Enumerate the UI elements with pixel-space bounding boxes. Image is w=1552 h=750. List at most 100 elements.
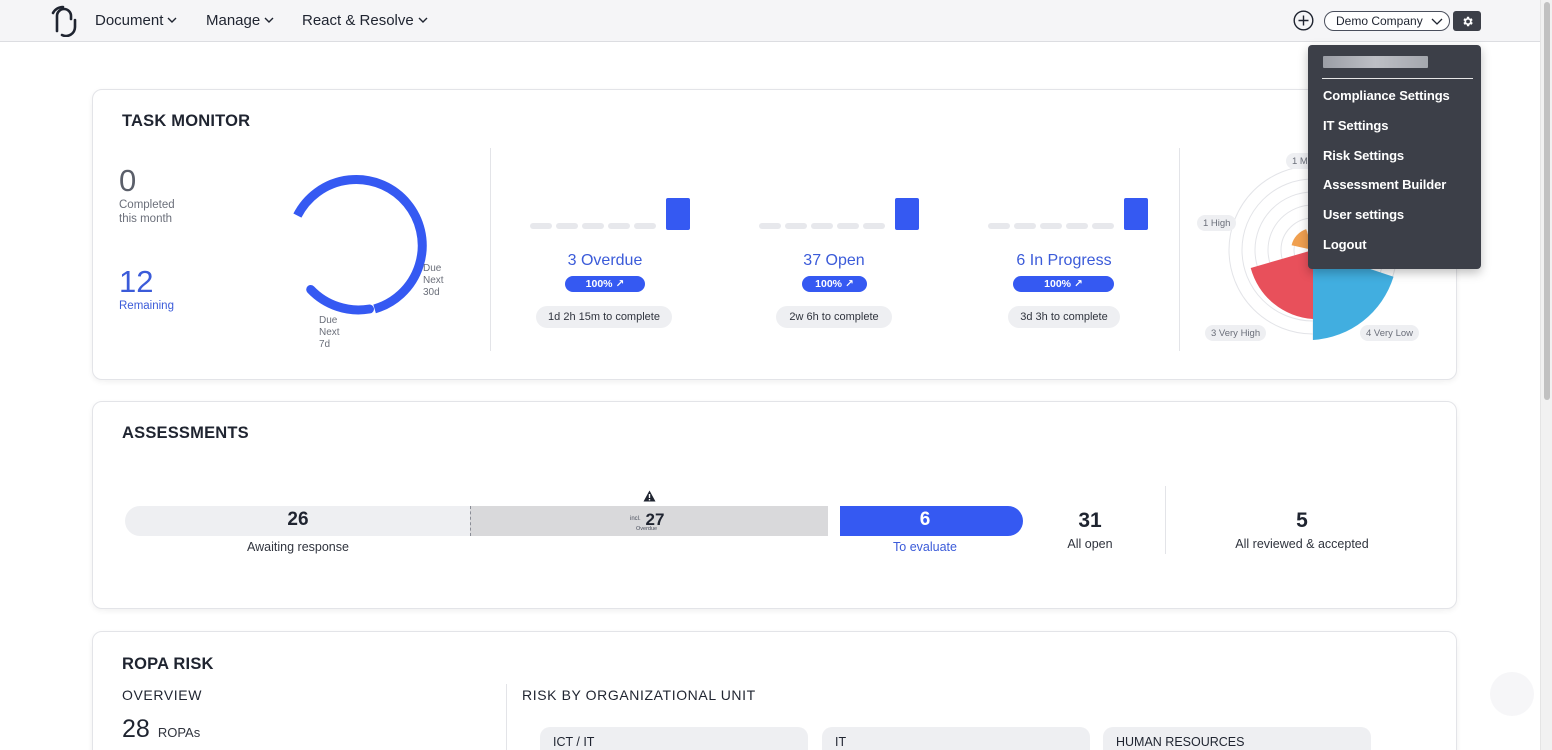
nav-manage-menu[interactable]: Manage (206, 12, 274, 29)
radar-label-very-low: 4 Very Low (1360, 325, 1419, 341)
in-progress-count: 6 (1016, 252, 1026, 269)
overdue-count: 3 (567, 252, 577, 269)
open-time-pill: 2w 6h to complete (776, 306, 892, 328)
mini-bar (759, 223, 781, 229)
overdue-mini-chart (530, 196, 690, 230)
ropa-count-group: 28 ROPAs (122, 715, 200, 744)
add-circle-icon[interactable] (1293, 10, 1314, 31)
nav-react-resolve-label: React & Resolve (302, 12, 414, 29)
open-percent: 100% (815, 278, 843, 290)
radar-label-high: 1 High (1197, 215, 1237, 231)
mini-bar (837, 223, 859, 229)
menu-item-compliance-settings[interactable]: Compliance Settings (1323, 88, 1450, 103)
in-progress-percent: 100% (1044, 278, 1072, 290)
unit-card-human-resources[interactable]: HUMAN RESOURCES (1103, 727, 1371, 750)
ropa-risk-card: ROPA RISK OVERVIEW 28 ROPAs RISK BY ORGA… (92, 631, 1457, 750)
nav-document-label: Document (95, 12, 164, 29)
mini-bar (1066, 223, 1088, 229)
in-progress-time-pill: 3d 3h to complete (1008, 306, 1120, 328)
company-selector[interactable]: Demo Company (1324, 11, 1450, 31)
risk-by-unit-title: RISK BY ORGANIZATIONAL UNIT (522, 687, 756, 703)
in-progress-stat[interactable]: 6 In Progress (974, 252, 1154, 270)
menu-item-user-settings[interactable]: User settings (1323, 207, 1404, 222)
mini-bar (582, 223, 604, 229)
app-logo-icon[interactable] (48, 5, 80, 37)
top-navigation-bar: Document Manage React & Resolve Demo Com… (0, 0, 1540, 42)
page-scrollbar[interactable] (1540, 0, 1552, 750)
arrow-up-right-icon: ↗ (1074, 278, 1083, 290)
donut-label-7d: Due Next 7d (319, 315, 340, 350)
divider (490, 148, 491, 351)
chevron-down-icon (1431, 18, 1443, 25)
chevron-down-icon (167, 17, 177, 23)
menu-item-logout[interactable]: Logout (1323, 237, 1367, 252)
nav-document-menu[interactable]: Document (95, 12, 177, 29)
ropa-count: 28 (122, 715, 150, 743)
donut-label-30d: Due Next 30d (423, 263, 444, 298)
nav-react-resolve-menu[interactable]: React & Resolve (302, 12, 428, 29)
unit-card-it[interactable]: IT (822, 727, 1090, 750)
scrollbar-thumb[interactable] (1544, 2, 1550, 400)
task-monitor-title: TASK MONITOR (122, 112, 251, 130)
menu-item-assessment-builder[interactable]: Assessment Builder (1323, 177, 1446, 192)
chevron-down-icon (264, 17, 274, 23)
donut-arc-7d (306, 285, 374, 315)
overdue-stat[interactable]: 3 Overdue (515, 252, 695, 270)
divider (1179, 148, 1180, 351)
open-label: Open (825, 252, 865, 269)
very-high-slice (1250, 250, 1313, 319)
remaining-label: Remaining (119, 300, 174, 312)
gear-icon (1462, 16, 1473, 26)
menu-item-it-settings[interactable]: IT Settings (1323, 118, 1388, 133)
all-open-label: All open (1067, 537, 1113, 551)
open-percent-badge: 100% ↗ (802, 276, 867, 292)
mini-bar (608, 223, 630, 229)
reviewed-label: All reviewed & accepted (1235, 537, 1369, 551)
mini-bar (863, 223, 885, 229)
open-mini-chart (759, 196, 919, 230)
unit-card-ict-it[interactable]: ICT / IT (540, 727, 808, 750)
awaiting-label: Awaiting response (247, 540, 349, 554)
to-evaluate-label[interactable]: To evaluate (855, 540, 995, 554)
in-progress-percent-badge: 100% ↗ (1013, 276, 1114, 292)
mini-bar (1040, 223, 1062, 229)
mini-bar (1092, 223, 1114, 229)
mini-bar (785, 223, 807, 229)
settings-button[interactable] (1453, 11, 1481, 31)
overview-title: OVERVIEW (122, 687, 203, 703)
ropa-risk-title: ROPA RISK (122, 655, 214, 673)
settings-dropdown-menu: Compliance Settings IT Settings Risk Set… (1308, 45, 1481, 269)
mini-bar-current (666, 198, 690, 230)
due-donut-chart (293, 175, 427, 315)
warning-icon (643, 490, 656, 502)
mini-bar (1014, 223, 1036, 229)
mini-bar-current (895, 198, 919, 230)
user-name-redacted (1323, 56, 1428, 68)
radar-label-very-high: 3 Very High (1205, 325, 1267, 341)
to-evaluate-count: 6 (919, 509, 931, 530)
mini-bar (556, 223, 578, 229)
overdue-time-pill: 1d 2h 15m to complete (536, 306, 672, 328)
mini-bar (634, 223, 656, 229)
in-progress-label: In Progress (1029, 252, 1112, 269)
all-open-count: 31 (1078, 509, 1102, 532)
menu-item-risk-settings[interactable]: Risk Settings (1323, 148, 1404, 163)
mini-bar-current (1124, 198, 1148, 230)
scroll-to-top-button[interactable] (1490, 672, 1534, 716)
remaining-count: 12 (119, 264, 154, 299)
awaiting-count: 26 (287, 509, 309, 530)
mini-bar (988, 223, 1010, 229)
in-progress-mini-chart (988, 196, 1148, 230)
open-stat[interactable]: 37 Open (744, 252, 924, 270)
company-name: Demo Company (1336, 14, 1423, 28)
overdue-suffix: Overdue (636, 526, 658, 532)
nav-manage-label: Manage (206, 12, 261, 29)
reviewed-count: 5 (1296, 509, 1308, 532)
completed-label: Completed this month (119, 199, 175, 225)
overdue-label: Overdue (580, 252, 643, 269)
arrow-up-right-icon: ↗ (615, 278, 625, 290)
mini-bar (530, 223, 552, 229)
chevron-down-icon (418, 17, 428, 23)
divider (1165, 486, 1166, 554)
overdue-percent: 100% (585, 278, 613, 290)
